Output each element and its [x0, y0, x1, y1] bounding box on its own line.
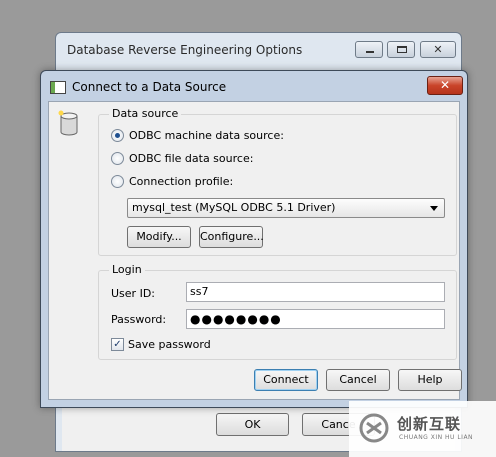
maximize-icon — [397, 46, 407, 53]
maximize-button[interactable] — [387, 41, 415, 58]
dialog-close-button[interactable]: ✕ — [427, 76, 463, 95]
connection-profile-radio[interactable]: Connection profile: — [111, 173, 233, 189]
chevron-down-icon — [430, 206, 438, 211]
database-icon — [58, 110, 78, 136]
watermark-brand: 创新互联 — [397, 415, 462, 433]
odbc-file-label: ODBC file data source: — [129, 151, 254, 165]
minimize-button[interactable] — [355, 41, 383, 58]
odbc-machine-radio[interactable]: ODBC machine data source: — [111, 127, 284, 143]
save-password-checkbox[interactable]: ✓ — [111, 338, 124, 351]
radio-button-icon[interactable] — [111, 174, 124, 188]
configure-button[interactable]: Configure... — [199, 226, 264, 248]
background-close-button[interactable]: ✕ — [420, 41, 456, 58]
dialog-title: Connect to a Data Source — [72, 80, 227, 94]
data-source-group-label: Data source — [109, 107, 182, 120]
connection-profile-label: Connection profile: — [129, 174, 234, 188]
radio-button-icon[interactable] — [111, 151, 124, 165]
login-group-label: Login — [109, 263, 145, 276]
odbc-machine-label: ODBC machine data source: — [129, 128, 284, 142]
background-window-title: Database Reverse Engineering Options — [67, 43, 303, 57]
user-id-label: User ID: — [111, 287, 155, 300]
data-source-group: Data source ODBC machine data source: OD… — [98, 107, 457, 256]
modify-button[interactable]: Modify... — [127, 226, 191, 248]
cancel-button[interactable]: Cancel — [326, 369, 390, 391]
password-field[interactable]: ●●●●●●●● — [186, 309, 445, 329]
save-password-checkbox-row[interactable]: ✓ Save password — [111, 338, 211, 351]
connect-button[interactable]: Connect — [254, 369, 318, 391]
background-ok-button[interactable]: OK — [216, 413, 289, 436]
window-icon — [50, 81, 66, 94]
brand-logo-icon — [359, 413, 389, 443]
minimize-icon — [366, 51, 374, 53]
close-icon: ✕ — [433, 43, 443, 56]
password-label: Password: — [111, 313, 167, 326]
data-source-select-value: mysql_test (MySQL ODBC 5.1 Driver) — [132, 201, 336, 214]
user-id-field[interactable]: ss7 — [186, 282, 445, 302]
odbc-file-radio[interactable]: ODBC file data source: — [111, 150, 253, 166]
watermark-subtext: CHUANG XIN HU LIAN — [399, 434, 474, 441]
dialog-body: Data source ODBC machine data source: OD… — [48, 101, 462, 400]
login-group: Login User ID: ss7 Password: ●●●●●●●● ✓ … — [98, 263, 457, 360]
save-password-label: Save password — [128, 338, 211, 351]
radio-button-icon[interactable] — [111, 128, 124, 142]
data-source-select[interactable]: mysql_test (MySQL ODBC 5.1 Driver) — [127, 198, 445, 218]
watermark: 创新互联 CHUANG XIN HU LIAN — [349, 401, 496, 457]
connect-dialog: Connect to a Data Source ✕ Data source O… — [40, 70, 468, 408]
help-button[interactable]: Help — [398, 369, 462, 391]
